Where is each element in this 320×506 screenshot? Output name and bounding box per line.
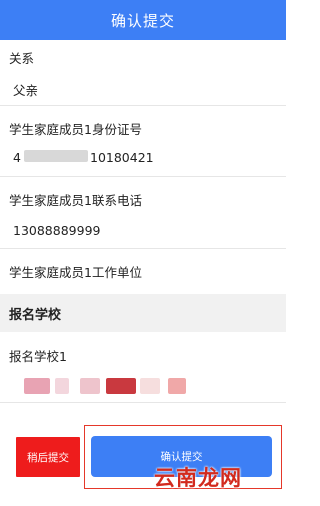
workplace-label: 学生家庭成员1工作单位 (9, 265, 142, 280)
school-value-blur (80, 378, 100, 394)
school-value-blur (55, 378, 69, 394)
submit-later-button[interactable]: 稍后提交 (16, 437, 80, 477)
id-number-suffix[interactable]: 10180421 (90, 150, 154, 165)
divider (0, 248, 286, 249)
divider (0, 176, 286, 177)
id-number-label: 学生家庭成员1身份证号 (9, 122, 142, 137)
school-value-blur (24, 378, 50, 394)
school-value-blur (168, 378, 186, 394)
watermark-logo: 云南龙网 (154, 466, 242, 490)
school-value-blur (140, 378, 160, 394)
school-section-header: 报名学校 (0, 294, 286, 332)
divider (0, 105, 286, 106)
page-title-bar: 确认提交 (0, 0, 286, 40)
confirm-submit-page: 确认提交 关系 父亲 学生家庭成员1身份证号 4 10180421 学生家庭成员… (0, 0, 286, 506)
school-section-title: 报名学校 (9, 307, 62, 323)
id-number-prefix[interactable]: 4 (13, 150, 21, 165)
school-value-blur (106, 378, 136, 394)
relation-label: 关系 (9, 51, 35, 66)
school-label: 报名学校1 (9, 349, 67, 364)
phone-value[interactable]: 13088889999 (13, 223, 100, 238)
page-title: 确认提交 (110, 11, 175, 30)
phone-label: 学生家庭成员1联系电话 (9, 193, 142, 208)
id-number-mask (24, 150, 88, 162)
divider (0, 402, 286, 403)
relation-value[interactable]: 父亲 (13, 80, 38, 99)
